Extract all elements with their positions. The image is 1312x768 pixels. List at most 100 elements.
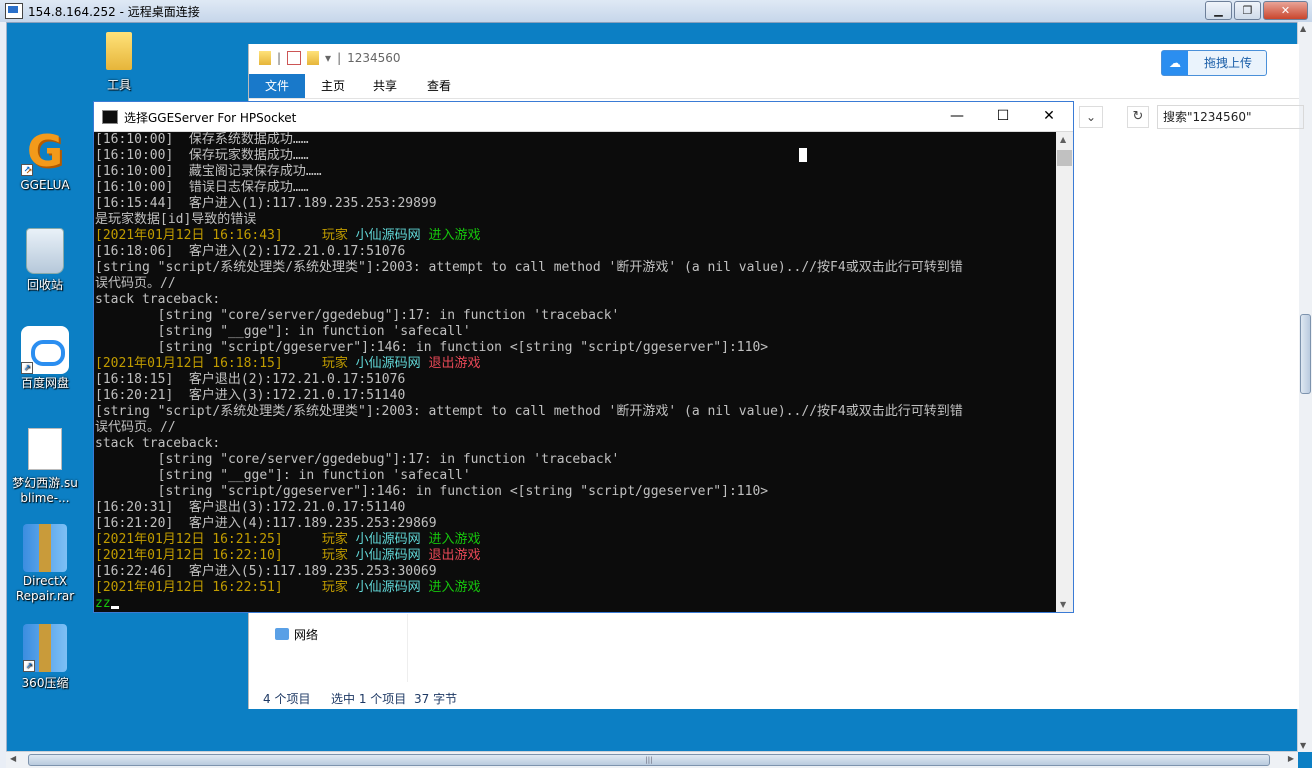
- desktop-icon-recycle-bin[interactable]: 回收站: [10, 228, 80, 293]
- console-minimize-button[interactable]: —: [934, 102, 980, 131]
- desktop-icon-sublime-file[interactable]: 梦幻西游.sublime-...: [10, 428, 80, 506]
- console-window: 选择GGEServer For HPSocket — ☐ ✕ [16:10:00…: [93, 101, 1074, 613]
- console-output[interactable]: [16:10:00] 保存系统数据成功…… [16:10:00] 保存玩家数据成功…: [95, 132, 1055, 612]
- remote-desktop-icon: [5, 3, 23, 19]
- console-line: [16:15:44] 客户进入(1):117.189.235.253:29899: [95, 196, 1055, 212]
- separator: |: [277, 51, 282, 65]
- chevron-down-icon[interactable]: ▾: [325, 51, 331, 65]
- recycle-bin-icon: [26, 228, 64, 274]
- console-text: [string "script/系统处理类/系统处理类"]:2003: atte…: [95, 404, 963, 419]
- tab-view[interactable]: 查看: [421, 74, 457, 98]
- properties-icon[interactable]: [287, 51, 302, 65]
- scroll-down-icon[interactable]: ▼: [1060, 600, 1066, 609]
- console-line: [2021年01月12日 16:18:15] 玩家 小仙源码网 退出游戏: [95, 356, 1055, 372]
- console-line: [string "core/server/ggedebug"]:17: in f…: [95, 452, 1055, 468]
- search-input[interactable]: 搜索"1234560": [1157, 105, 1304, 129]
- restore-button[interactable]: ❐: [1234, 1, 1261, 20]
- minimize-button[interactable]: ▁: [1205, 1, 1232, 20]
- console-text: 玩家: [321, 356, 356, 371]
- console-text: 小仙源码网: [355, 580, 429, 595]
- text-cursor-marker: [799, 148, 807, 162]
- console-line: [2021年01月12日 16:16:43] 玩家 小仙源码网 进入游戏: [95, 228, 1055, 244]
- tab-file[interactable]: 文件: [249, 74, 305, 98]
- console-text: [string "script/ggeserver"]:146: in func…: [95, 340, 769, 355]
- console-line: [2021年01月12日 16:22:51] 玩家 小仙源码网 进入游戏: [95, 580, 1055, 596]
- console-text: 小仙源码网: [355, 532, 429, 547]
- desktop-icon-tools[interactable]: 工具: [84, 32, 154, 93]
- console-line: stack traceback:: [95, 292, 1055, 308]
- drag-upload-button[interactable]: ☁ 拖拽上传: [1161, 50, 1267, 76]
- cloud-icon: ☁: [1162, 51, 1188, 75]
- rdp-window-controls: ▁ ❐ ✕: [1205, 1, 1308, 20]
- console-line: [16:20:31] 客户退出(3):172.21.0.17:51140: [95, 500, 1055, 516]
- shortcut-arrow-icon: ↗: [23, 660, 35, 672]
- nav-item-network[interactable]: 网络: [275, 626, 318, 643]
- console-line: [string "script/ggeserver"]:146: in func…: [95, 340, 1055, 356]
- console-text: stack traceback:: [95, 292, 221, 307]
- rdp-title: 154.8.164.252 - 远程桌面连接: [28, 5, 200, 19]
- console-text: [16:20:31] 客户退出(3):172.21.0.17:51140: [95, 500, 406, 515]
- console-line: 是玩家数据[id]导致的错误: [95, 212, 1055, 228]
- tab-share[interactable]: 共享: [367, 74, 403, 98]
- scroll-thumb[interactable]: |||: [28, 754, 1270, 766]
- console-text: 误代码页。//: [95, 420, 176, 435]
- navigation-pane: 网络: [249, 614, 408, 682]
- rdp-title-bar[interactable]: 154.8.164.252 - 远程桌面连接 ▁ ❐ ✕: [0, 0, 1312, 23]
- console-text: 进入游戏: [428, 228, 481, 243]
- desktop-icon-360zip[interactable]: ↗ 360压缩: [10, 624, 80, 691]
- console-line: [16:10:00] 保存系统数据成功……: [95, 132, 1055, 148]
- console-line: 误代码页。//: [95, 420, 1055, 436]
- folder-icon[interactable]: [259, 51, 271, 65]
- console-text: [string "core/server/ggedebug"]:17: in f…: [95, 308, 620, 323]
- console-text: [16:15:44] 客户进入(1):117.189.235.253:29899: [95, 196, 437, 211]
- refresh-icon[interactable]: ↻: [1127, 106, 1149, 128]
- console-text: stack traceback:: [95, 436, 221, 451]
- console-maximize-button[interactable]: ☐: [980, 102, 1026, 131]
- console-text: 退出游戏: [428, 356, 481, 371]
- console-line: [string "__gge"]: in function 'safecall': [95, 468, 1055, 484]
- close-button[interactable]: ✕: [1263, 1, 1308, 20]
- explorer-title-bar[interactable]: | ▾ | 1234560 ☁ 拖拽上传: [249, 44, 1299, 76]
- console-scrollbar[interactable]: ▲ ▼: [1056, 132, 1073, 612]
- console-text: 小仙源码网: [355, 356, 429, 371]
- console-text: [string "core/server/ggedebug"]:17: in f…: [95, 452, 620, 467]
- console-title-bar[interactable]: 选择GGEServer For HPSocket — ☐ ✕: [94, 102, 1073, 132]
- status-bar: 4 个项目 选中 1 个项目 37 字节: [249, 686, 1299, 708]
- scroll-up-icon[interactable]: ▲: [1300, 24, 1306, 33]
- chevron-down-icon[interactable]: ⌄: [1079, 106, 1103, 128]
- console-line: [16:20:21] 客户进入(3):172.21.0.17:51140: [95, 388, 1055, 404]
- console-text: [2021年01月12日 16:21:25]: [95, 532, 322, 547]
- console-text: [16:10:00] 藏宝阁记录保存成功……: [95, 164, 322, 179]
- console-line: [16:22:46] 客户进入(5):117.189.235.253:30069: [95, 564, 1055, 580]
- console-text: [2021年01月12日 16:22:51]: [95, 580, 322, 595]
- tab-home[interactable]: 主页: [315, 74, 351, 98]
- scroll-left-icon[interactable]: ◀: [10, 754, 16, 763]
- new-folder-icon[interactable]: [307, 51, 320, 65]
- desktop-icon-ggelua[interactable]: G ↗ GGELUA: [10, 128, 80, 193]
- scroll-thumb[interactable]: [1300, 314, 1311, 394]
- scroll-up-icon[interactable]: ▲: [1060, 135, 1066, 144]
- console-text: 小仙源码网: [355, 548, 429, 563]
- shortcut-arrow-icon: ↗: [21, 164, 33, 176]
- console-line: [2021年01月12日 16:22:10] 玩家 小仙源码网 退出游戏: [95, 548, 1055, 564]
- console-text: [16:21:20] 客户进入(4):117.189.235.253:29869: [95, 516, 437, 531]
- console-line: [16:10:00] 保存玩家数据成功……: [95, 148, 1055, 164]
- console-line: [string "script/系统处理类/系统处理类"]:2003: atte…: [95, 404, 1055, 420]
- console-line: [string "__gge"]: in function 'safecall': [95, 324, 1055, 340]
- shortcut-arrow-icon: ↗: [21, 362, 33, 374]
- desktop-icon-baidu-netdisk[interactable]: ↗ 百度网盘: [10, 326, 80, 391]
- console-close-button[interactable]: ✕: [1026, 102, 1072, 131]
- scroll-right-icon[interactable]: ▶: [1288, 754, 1294, 763]
- desktop-icon-label: DirectX Repair.rar: [15, 574, 75, 603]
- scroll-thumb[interactable]: [1057, 150, 1072, 166]
- rar-icon: [23, 524, 67, 572]
- upload-label: 拖拽上传: [1204, 56, 1253, 70]
- desktop-icon-directx-repair[interactable]: DirectX Repair.rar: [10, 524, 80, 604]
- rdp-vertical-scrollbar[interactable]: ▲ ▼: [1297, 22, 1312, 752]
- console-text: [string "__gge"]: in function 'safecall': [95, 324, 471, 339]
- console-text: 是玩家数据[id]导致的错误: [95, 212, 257, 227]
- console-text: 玩家: [321, 228, 356, 243]
- desktop-icon-label: 工具: [106, 78, 131, 92]
- rdp-horizontal-scrollbar[interactable]: ◀ ||| ▶: [6, 751, 1298, 768]
- scroll-down-icon[interactable]: ▼: [1300, 741, 1306, 750]
